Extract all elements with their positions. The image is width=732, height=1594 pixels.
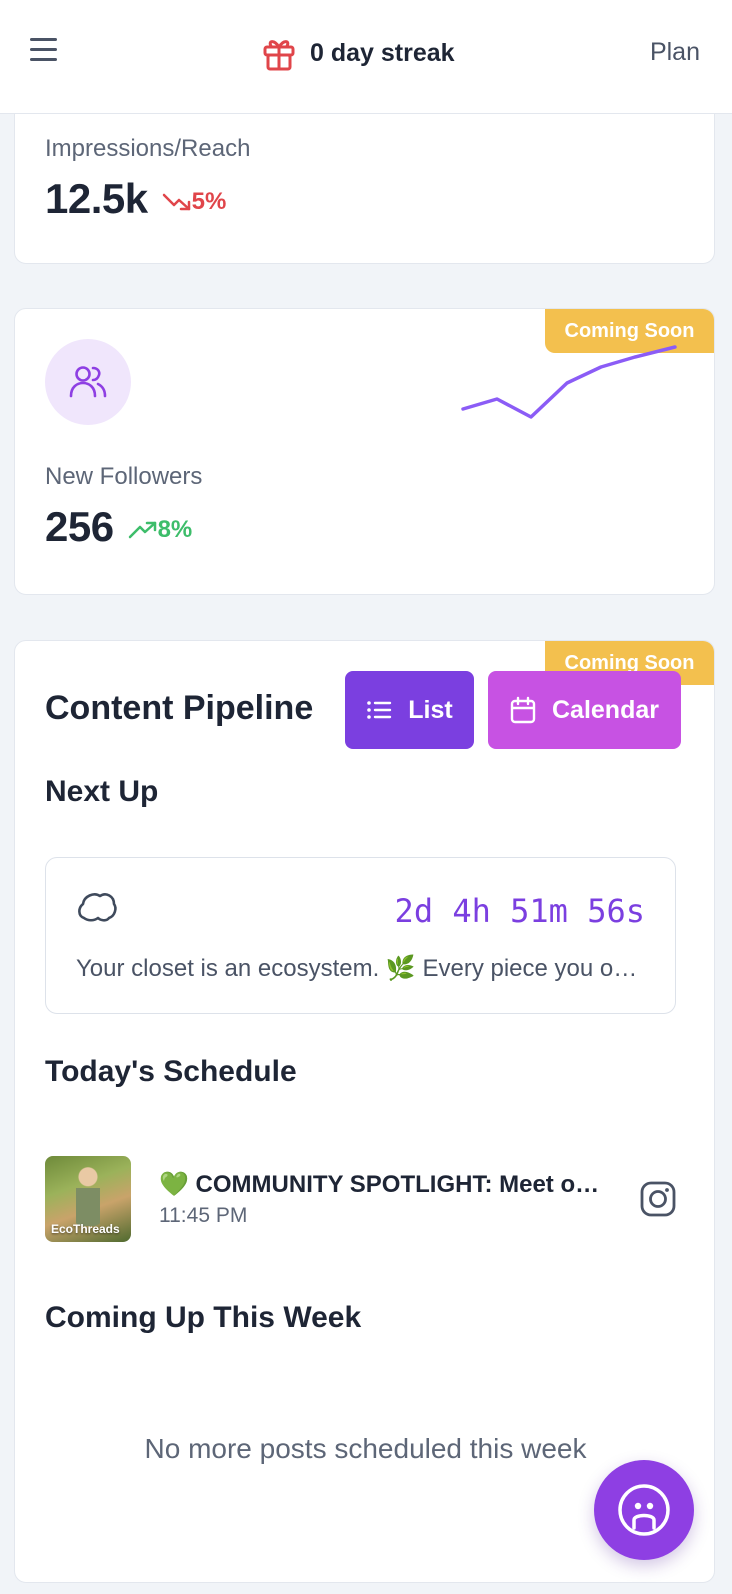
next-post-preview: Your closet is an ecosystem. 🌿 Every pie… <box>76 955 651 982</box>
followers-trend-value: 8% <box>157 516 193 543</box>
schedule-item[interactable]: EcoThreads 💚 COMMUNITY SPOTLIGHT: Meet o… <box>45 1156 676 1242</box>
plan-link[interactable]: Plan <box>650 38 700 67</box>
assistant-fab[interactable] <box>594 1460 694 1560</box>
empty-week-message: No more posts scheduled this week <box>144 1433 587 1464</box>
users-icon <box>69 366 107 398</box>
list-button-label: List <box>408 695 453 724</box>
followers-sparkline <box>461 345 677 419</box>
pipeline-title: Content Pipeline <box>45 689 314 727</box>
trend-down-icon <box>162 193 190 211</box>
todays-schedule-heading: Today's Schedule <box>45 1055 297 1088</box>
top-bar: 0 day streak Plan <box>0 0 732 114</box>
next-up-heading: Next Up <box>45 775 159 808</box>
followers-trend: 8% <box>128 516 193 544</box>
gift-icon <box>263 40 295 71</box>
content-pipeline-card: Coming Soon Content Pipeline List Calend… <box>14 640 715 1583</box>
threads-icon <box>78 893 117 922</box>
calendar-view-button[interactable]: Calendar <box>488 671 681 749</box>
calendar-icon <box>510 696 536 724</box>
impressions-row: 12.5k 5% <box>45 175 226 223</box>
calendar-button-label: Calendar <box>552 695 659 724</box>
thumbnail-person <box>73 1166 103 1226</box>
streak-text: 0 day streak <box>310 38 455 67</box>
impressions-label: Impressions/Reach <box>45 135 251 162</box>
countdown-timer: 2d 4h 51m 56s <box>394 892 645 930</box>
list-icon <box>367 701 392 719</box>
menu-icon[interactable] <box>30 38 62 66</box>
impressions-value: 12.5k <box>45 175 148 222</box>
followers-card: Coming Soon New Followers 256 8% <box>14 308 715 595</box>
schedule-item-title: 💚 COMMUNITY SPOTLIGHT: Meet our communit… <box>159 1171 609 1198</box>
post-thumbnail: EcoThreads <box>45 1156 131 1242</box>
assistant-face-icon <box>618 1484 670 1536</box>
impressions-trend: 5% <box>162 188 227 216</box>
followers-value: 256 <box>45 503 114 550</box>
impressions-trend-value: 5% <box>191 188 227 215</box>
impressions-card: Impressions/Reach 12.5k 5% <box>14 90 715 264</box>
streak-indicator[interactable]: 0 day streak <box>262 33 455 73</box>
followers-icon-circle <box>45 339 131 425</box>
followers-row: 256 8% <box>45 503 192 551</box>
trend-up-icon <box>128 521 156 539</box>
next-up-card[interactable]: 2d 4h 51m 56s Your closet is an ecosyste… <box>45 857 676 1014</box>
instagram-icon <box>640 1181 676 1217</box>
coming-up-heading: Coming Up This Week <box>45 1301 362 1334</box>
schedule-item-time: 11:45 PM <box>159 1204 248 1227</box>
list-view-button[interactable]: List <box>345 671 474 749</box>
followers-label: New Followers <box>45 463 203 490</box>
thumbnail-logo: EcoThreads <box>51 1222 120 1236</box>
